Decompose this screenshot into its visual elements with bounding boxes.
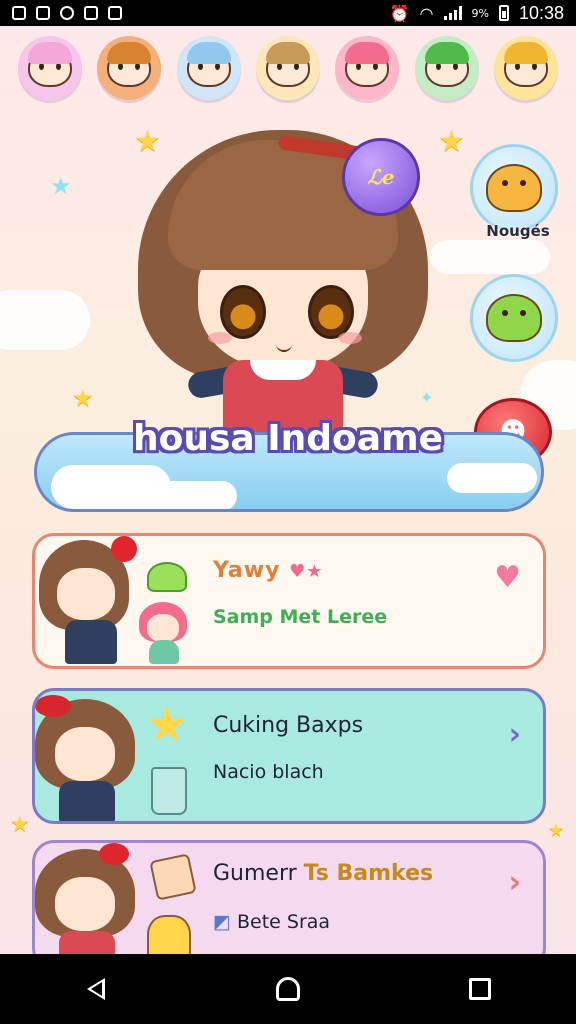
yellow-cat-hair-icon bbox=[503, 42, 548, 64]
card-3-subtitle-text: Bete Sraa bbox=[237, 911, 331, 933]
green-frog-hair-icon bbox=[424, 42, 469, 64]
menu-card-2[interactable]: Cuking Baxps Nacio blach › bbox=[32, 688, 546, 824]
star-icon: ★ bbox=[72, 384, 94, 412]
star-icon: ★ bbox=[50, 172, 72, 200]
avatar-pink-cat[interactable] bbox=[18, 36, 82, 100]
avatar-blue-girl[interactable] bbox=[176, 36, 241, 100]
card-1-subtitle: Samp Met Leree bbox=[213, 606, 388, 628]
app-notification-icon bbox=[36, 6, 50, 20]
brown-boy-hair-icon bbox=[265, 42, 310, 64]
battery-icon bbox=[498, 5, 509, 21]
notification-icons bbox=[12, 6, 122, 20]
back-triangle-icon bbox=[87, 978, 105, 1000]
star-icon: ★ bbox=[438, 124, 465, 159]
system-icons: ⏰ ◠ 9% 10:38 bbox=[390, 3, 564, 24]
nougés-label: Nougés bbox=[486, 222, 550, 240]
character-selector bbox=[18, 36, 558, 100]
pink-girl-hair-icon bbox=[345, 42, 390, 64]
avatar-yellow-cat[interactable] bbox=[493, 36, 558, 100]
green-friend-button[interactable] bbox=[470, 274, 558, 362]
clock: 10:38 bbox=[518, 2, 564, 23]
card-3-title-emphasis: Ts Bamkes bbox=[303, 861, 434, 886]
app-notification-icon bbox=[12, 6, 26, 20]
nougés-button[interactable] bbox=[470, 144, 558, 232]
card-3-subtitle: ◩ Bete Sraa bbox=[213, 911, 330, 933]
hint-badge-button[interactable]: ℒe bbox=[342, 138, 420, 216]
status-bar: ⏰ ◠ 9% 10:38 bbox=[0, 0, 576, 26]
recents-button[interactable] bbox=[445, 964, 515, 1014]
avatar-green-frog[interactable] bbox=[414, 36, 479, 100]
avatar-brown-boy[interactable] bbox=[255, 36, 320, 100]
recents-square-icon bbox=[469, 978, 491, 1000]
cloud-decoration bbox=[430, 240, 550, 274]
bookmark-icon: ◩ bbox=[213, 911, 231, 933]
cloud-decoration bbox=[0, 290, 90, 350]
page-title: housa Indoame bbox=[133, 418, 443, 459]
star-icon: ★ bbox=[548, 820, 565, 841]
hint-badge-text: ℒe bbox=[367, 165, 395, 189]
card-1-thumbnail bbox=[35, 536, 205, 666]
home-icon bbox=[276, 977, 300, 1001]
card-3-title: Gumerr Ts Bamkes bbox=[213, 861, 433, 886]
star-icon: ★ bbox=[10, 812, 30, 837]
card-2-thumbnail bbox=[35, 691, 205, 821]
app-notification-icon bbox=[60, 6, 74, 20]
pink-cat-hair-icon bbox=[28, 42, 72, 64]
signal-icon bbox=[443, 6, 462, 20]
system-nav-bar bbox=[0, 954, 576, 1024]
card-3-thumbnail bbox=[35, 843, 205, 967]
card-1-title-text: Yawy bbox=[213, 558, 281, 583]
avatar-pink-girl[interactable] bbox=[335, 36, 400, 100]
battery-percent: 9% bbox=[471, 6, 489, 20]
home-button[interactable] bbox=[253, 964, 323, 1014]
back-button[interactable] bbox=[61, 964, 131, 1014]
blue-girl-hair-icon bbox=[186, 42, 231, 64]
card-2-subtitle: Nacio blach bbox=[213, 761, 324, 783]
card-3-title-prefix: Gumerr bbox=[213, 861, 297, 886]
orange-blob-icon bbox=[486, 164, 542, 212]
menu-card-1[interactable]: Yawy ♥★ Samp Met Leree ♥ bbox=[32, 533, 546, 669]
chevron-right-icon[interactable]: › bbox=[509, 717, 521, 752]
card-1-title: Yawy ♥★ bbox=[213, 558, 323, 583]
app-notification-icon bbox=[108, 6, 122, 20]
chevron-right-icon[interactable]: › bbox=[509, 865, 521, 900]
card-2-title: Cuking Baxps bbox=[213, 713, 364, 738]
avatar-orange-lion[interactable] bbox=[97, 36, 162, 100]
green-blob-icon bbox=[486, 294, 542, 342]
wifi-icon: ◠ bbox=[419, 3, 434, 23]
orange-lion-hair-icon bbox=[107, 42, 152, 64]
menu-card-3[interactable]: Gumerr Ts Bamkes ◩ Bete Sraa › bbox=[32, 840, 546, 970]
app-notification-icon bbox=[84, 6, 98, 20]
favorite-heart-icon[interactable]: ♥ bbox=[494, 560, 521, 595]
alarm-icon: ⏰ bbox=[389, 3, 410, 23]
hearts-icon: ♥★ bbox=[289, 561, 324, 582]
